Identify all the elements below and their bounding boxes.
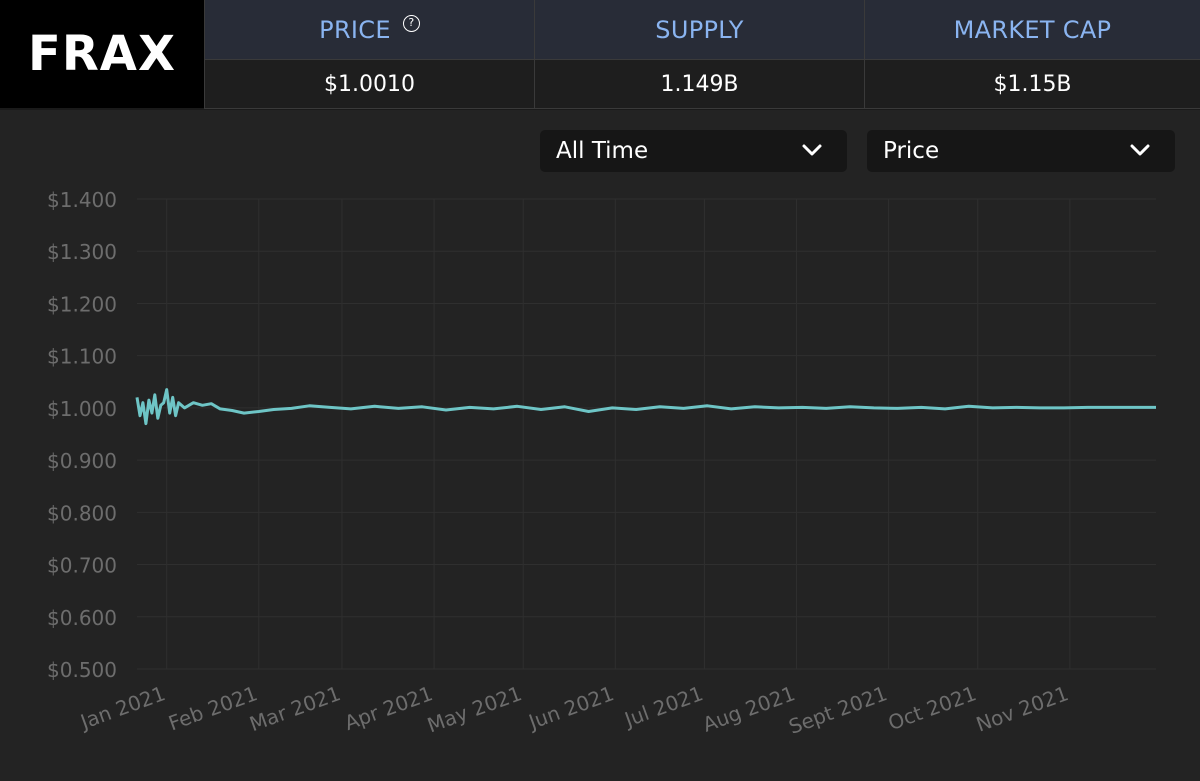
- x-tick-label: Jun 2021: [524, 681, 617, 735]
- header: FRAX PRICE ? SUPPLY MARKET CAP $1.0010 1…: [0, 0, 1200, 110]
- y-tick-label: $0.900: [47, 449, 117, 473]
- frax-logo[interactable]: FRAX: [0, 0, 204, 108]
- x-tick-label: Aug 2021: [700, 681, 799, 736]
- market-cap-header: MARKET CAP: [864, 0, 1200, 60]
- y-axis: $1.400 $1.300 $1.200 $1.100 $1.000 $0.900 $0.8…: [47, 188, 117, 682]
- x-tick-label: Sept 2021: [786, 681, 891, 739]
- price-value: $1.0010: [324, 71, 415, 97]
- market-cap-value: $1.15B: [993, 71, 1072, 97]
- x-tick-label: May 2021: [424, 681, 525, 737]
- market-cap-value-cell: $1.15B: [864, 60, 1200, 109]
- x-tick-label: Mar 2021: [246, 681, 343, 736]
- price-series-line: [135, 388, 1156, 426]
- x-tick-label: Apr 2021: [341, 681, 436, 735]
- brand-name: FRAX: [28, 26, 176, 82]
- y-tick-label: $0.500: [47, 658, 117, 682]
- price-label: PRICE: [319, 15, 391, 44]
- price-value-cell: $1.0010: [204, 60, 534, 109]
- supply-header: SUPPLY: [534, 0, 864, 60]
- x-axis: Jan 2021Feb 2021Mar 2021Apr 2021May 2021…: [76, 681, 1072, 739]
- chart-panel: All Time Price $1.400 $1.300 $1.200 $1.100 $…: [0, 110, 1200, 781]
- price-chart[interactable]: $1.400 $1.300 $1.200 $1.100 $1.000 $0.900 $0.8…: [0, 110, 1200, 781]
- market-cap-label: MARKET CAP: [953, 15, 1112, 44]
- y-tick-label: $0.700: [47, 554, 117, 578]
- x-tick-label: Feb 2021: [165, 681, 260, 735]
- y-tick-label: $1.100: [47, 345, 117, 369]
- y-tick-label: $0.800: [47, 501, 117, 525]
- y-tick-label: $1.400: [47, 188, 117, 212]
- supply-label: SUPPLY: [655, 15, 744, 44]
- y-tick-label: $0.600: [47, 606, 117, 630]
- y-tick-label: $1.200: [47, 292, 117, 316]
- x-tick-label: Oct 2021: [885, 681, 980, 735]
- chart-grid: [137, 198, 1156, 670]
- x-tick-label: Jul 2021: [620, 681, 707, 732]
- supply-value: 1.149B: [660, 71, 739, 97]
- y-tick-label: $1.300: [47, 240, 117, 264]
- supply-value-cell: 1.149B: [534, 60, 864, 109]
- y-tick-label: $1.000: [47, 397, 117, 421]
- price-header: PRICE ?: [204, 0, 534, 60]
- x-tick-label: Jan 2021: [76, 681, 169, 734]
- question-circle-icon[interactable]: ?: [402, 15, 420, 32]
- x-tick-label: Nov 2021: [973, 681, 1072, 736]
